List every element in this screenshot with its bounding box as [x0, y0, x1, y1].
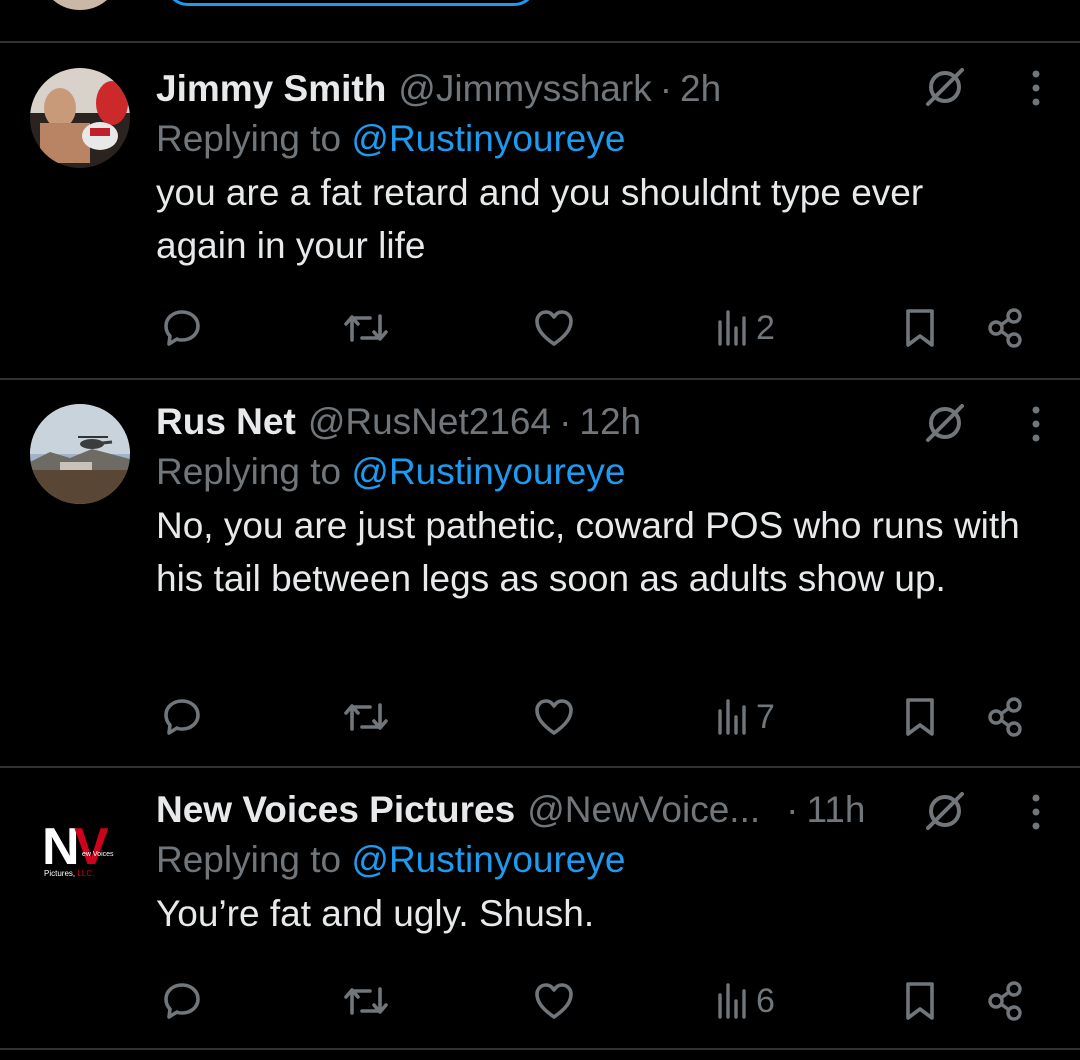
timestamp[interactable]: 12h: [579, 399, 641, 445]
reply-context: Replying to @Rustinyoureye: [156, 445, 1020, 499]
avatar[interactable]: N V ew Voices Pictures, LLC.: [30, 794, 130, 894]
retweet-icon: [344, 703, 388, 731]
separator: ·: [559, 401, 572, 442]
retweet-icon: [344, 314, 388, 342]
views-icon: [718, 310, 746, 346]
reply-prefix: Replying to: [156, 118, 342, 159]
grok-icon[interactable]: [922, 788, 968, 834]
like-button[interactable]: [532, 305, 576, 351]
views-button[interactable]: 2: [716, 305, 775, 351]
views-count: 7: [756, 697, 775, 736]
views-count: 2: [756, 308, 775, 347]
views-icon: [718, 699, 746, 735]
tweet-header: Rus Net @RusNet2164 · 12h: [156, 399, 1020, 445]
bookmark-icon: [906, 698, 934, 736]
more-icon[interactable]: [1028, 404, 1044, 444]
nv-logo-small-text: ew Voices: [82, 851, 114, 858]
handle[interactable]: @RusNet2164: [308, 399, 551, 445]
reply-mention[interactable]: @Rustinyoureye: [351, 839, 625, 880]
divider: [0, 1048, 1080, 1050]
more-icon[interactable]: [1028, 792, 1044, 832]
action-bar: 6: [0, 978, 1080, 1028]
avatar[interactable]: [30, 404, 130, 504]
like-button[interactable]: [532, 978, 576, 1024]
previous-avatar[interactable]: [45, 0, 115, 10]
share-icon: [988, 981, 1022, 1021]
display-name[interactable]: Rus Net: [156, 399, 296, 445]
reply-icon: [164, 983, 200, 1019]
nv-logo: N V ew Voices Pictures, LLC.: [30, 794, 130, 894]
bookmark-icon: [906, 309, 934, 347]
views-button[interactable]: 6: [716, 978, 775, 1024]
tweet[interactable]: Jimmy Smith @Jimmysshark · 2h Replying t…: [0, 43, 1080, 378]
share-icon: [988, 697, 1022, 737]
handle[interactable]: @Jimmysshark: [398, 66, 651, 112]
reply-icon: [164, 310, 200, 346]
share-icon: [988, 308, 1022, 348]
nv-logo-v: V: [74, 818, 109, 876]
separator: ·: [659, 68, 673, 109]
tweet-text: No, you are just pathetic, coward POS wh…: [156, 505, 1020, 599]
nv-logo-caption: Pictures, LLC.: [44, 869, 94, 878]
tweet-header: Jimmy Smith @Jimmysshark · 2h: [156, 66, 1020, 112]
reply-prefix: Replying to: [156, 839, 342, 880]
previous-button[interactable]: [165, 0, 537, 6]
handle[interactable]: @NewVoice...: [527, 787, 760, 833]
separator: ·: [786, 789, 799, 830]
retweet-button[interactable]: [342, 978, 390, 1024]
retweet-button[interactable]: [342, 694, 390, 740]
tweet[interactable]: Rus Net @RusNet2164 · 12h Replying to @R…: [0, 380, 1080, 766]
views-button[interactable]: 7: [716, 694, 775, 740]
tweet-text: you are a fat retard and you shouldnt ty…: [156, 172, 924, 266]
retweet-button[interactable]: [342, 305, 390, 351]
grok-icon[interactable]: [922, 400, 968, 446]
display-name[interactable]: New Voices Pictures: [156, 787, 515, 833]
bookmark-button[interactable]: [900, 305, 940, 351]
retweet-icon: [344, 987, 388, 1015]
tweet-text: You’re fat and ugly. Shush.: [156, 893, 595, 934]
share-button[interactable]: [984, 694, 1028, 740]
reply-mention[interactable]: @Rustinyoureye: [351, 118, 625, 159]
reply-button[interactable]: [160, 694, 204, 740]
bookmark-button[interactable]: [900, 978, 940, 1024]
share-button[interactable]: [984, 978, 1028, 1024]
bookmark-button[interactable]: [900, 694, 940, 740]
avatar[interactable]: [30, 68, 130, 168]
views-count: 6: [756, 981, 775, 1020]
more-icon[interactable]: [1028, 68, 1044, 108]
reply-mention[interactable]: @Rustinyoureye: [351, 451, 625, 492]
reply-prefix: Replying to: [156, 451, 342, 492]
reply-button[interactable]: [160, 978, 204, 1024]
reply-button[interactable]: [160, 305, 204, 351]
like-icon: [535, 310, 573, 346]
display-name[interactable]: Jimmy Smith: [156, 66, 386, 112]
grok-icon[interactable]: [922, 64, 968, 110]
timestamp[interactable]: 2h: [680, 66, 721, 112]
previous-tweet-stub: [0, 0, 1080, 42]
like-button[interactable]: [532, 694, 576, 740]
reply-context: Replying to @Rustinyoureye: [156, 833, 1020, 887]
tweet[interactable]: N V ew Voices Pictures, LLC. New Voices …: [0, 768, 1080, 1048]
action-bar: 7: [0, 694, 1080, 744]
reply-context: Replying to @Rustinyoureye: [156, 112, 1020, 166]
share-button[interactable]: [984, 305, 1028, 351]
timestamp[interactable]: 11h: [806, 787, 865, 833]
bookmark-icon: [906, 982, 934, 1020]
views-icon: [718, 983, 746, 1019]
action-bar: 2: [0, 305, 1080, 355]
tweet-header: New Voices Pictures @NewVoice... · 11h: [156, 787, 1020, 833]
like-icon: [535, 983, 573, 1019]
like-icon: [535, 699, 573, 735]
reply-icon: [164, 699, 200, 735]
